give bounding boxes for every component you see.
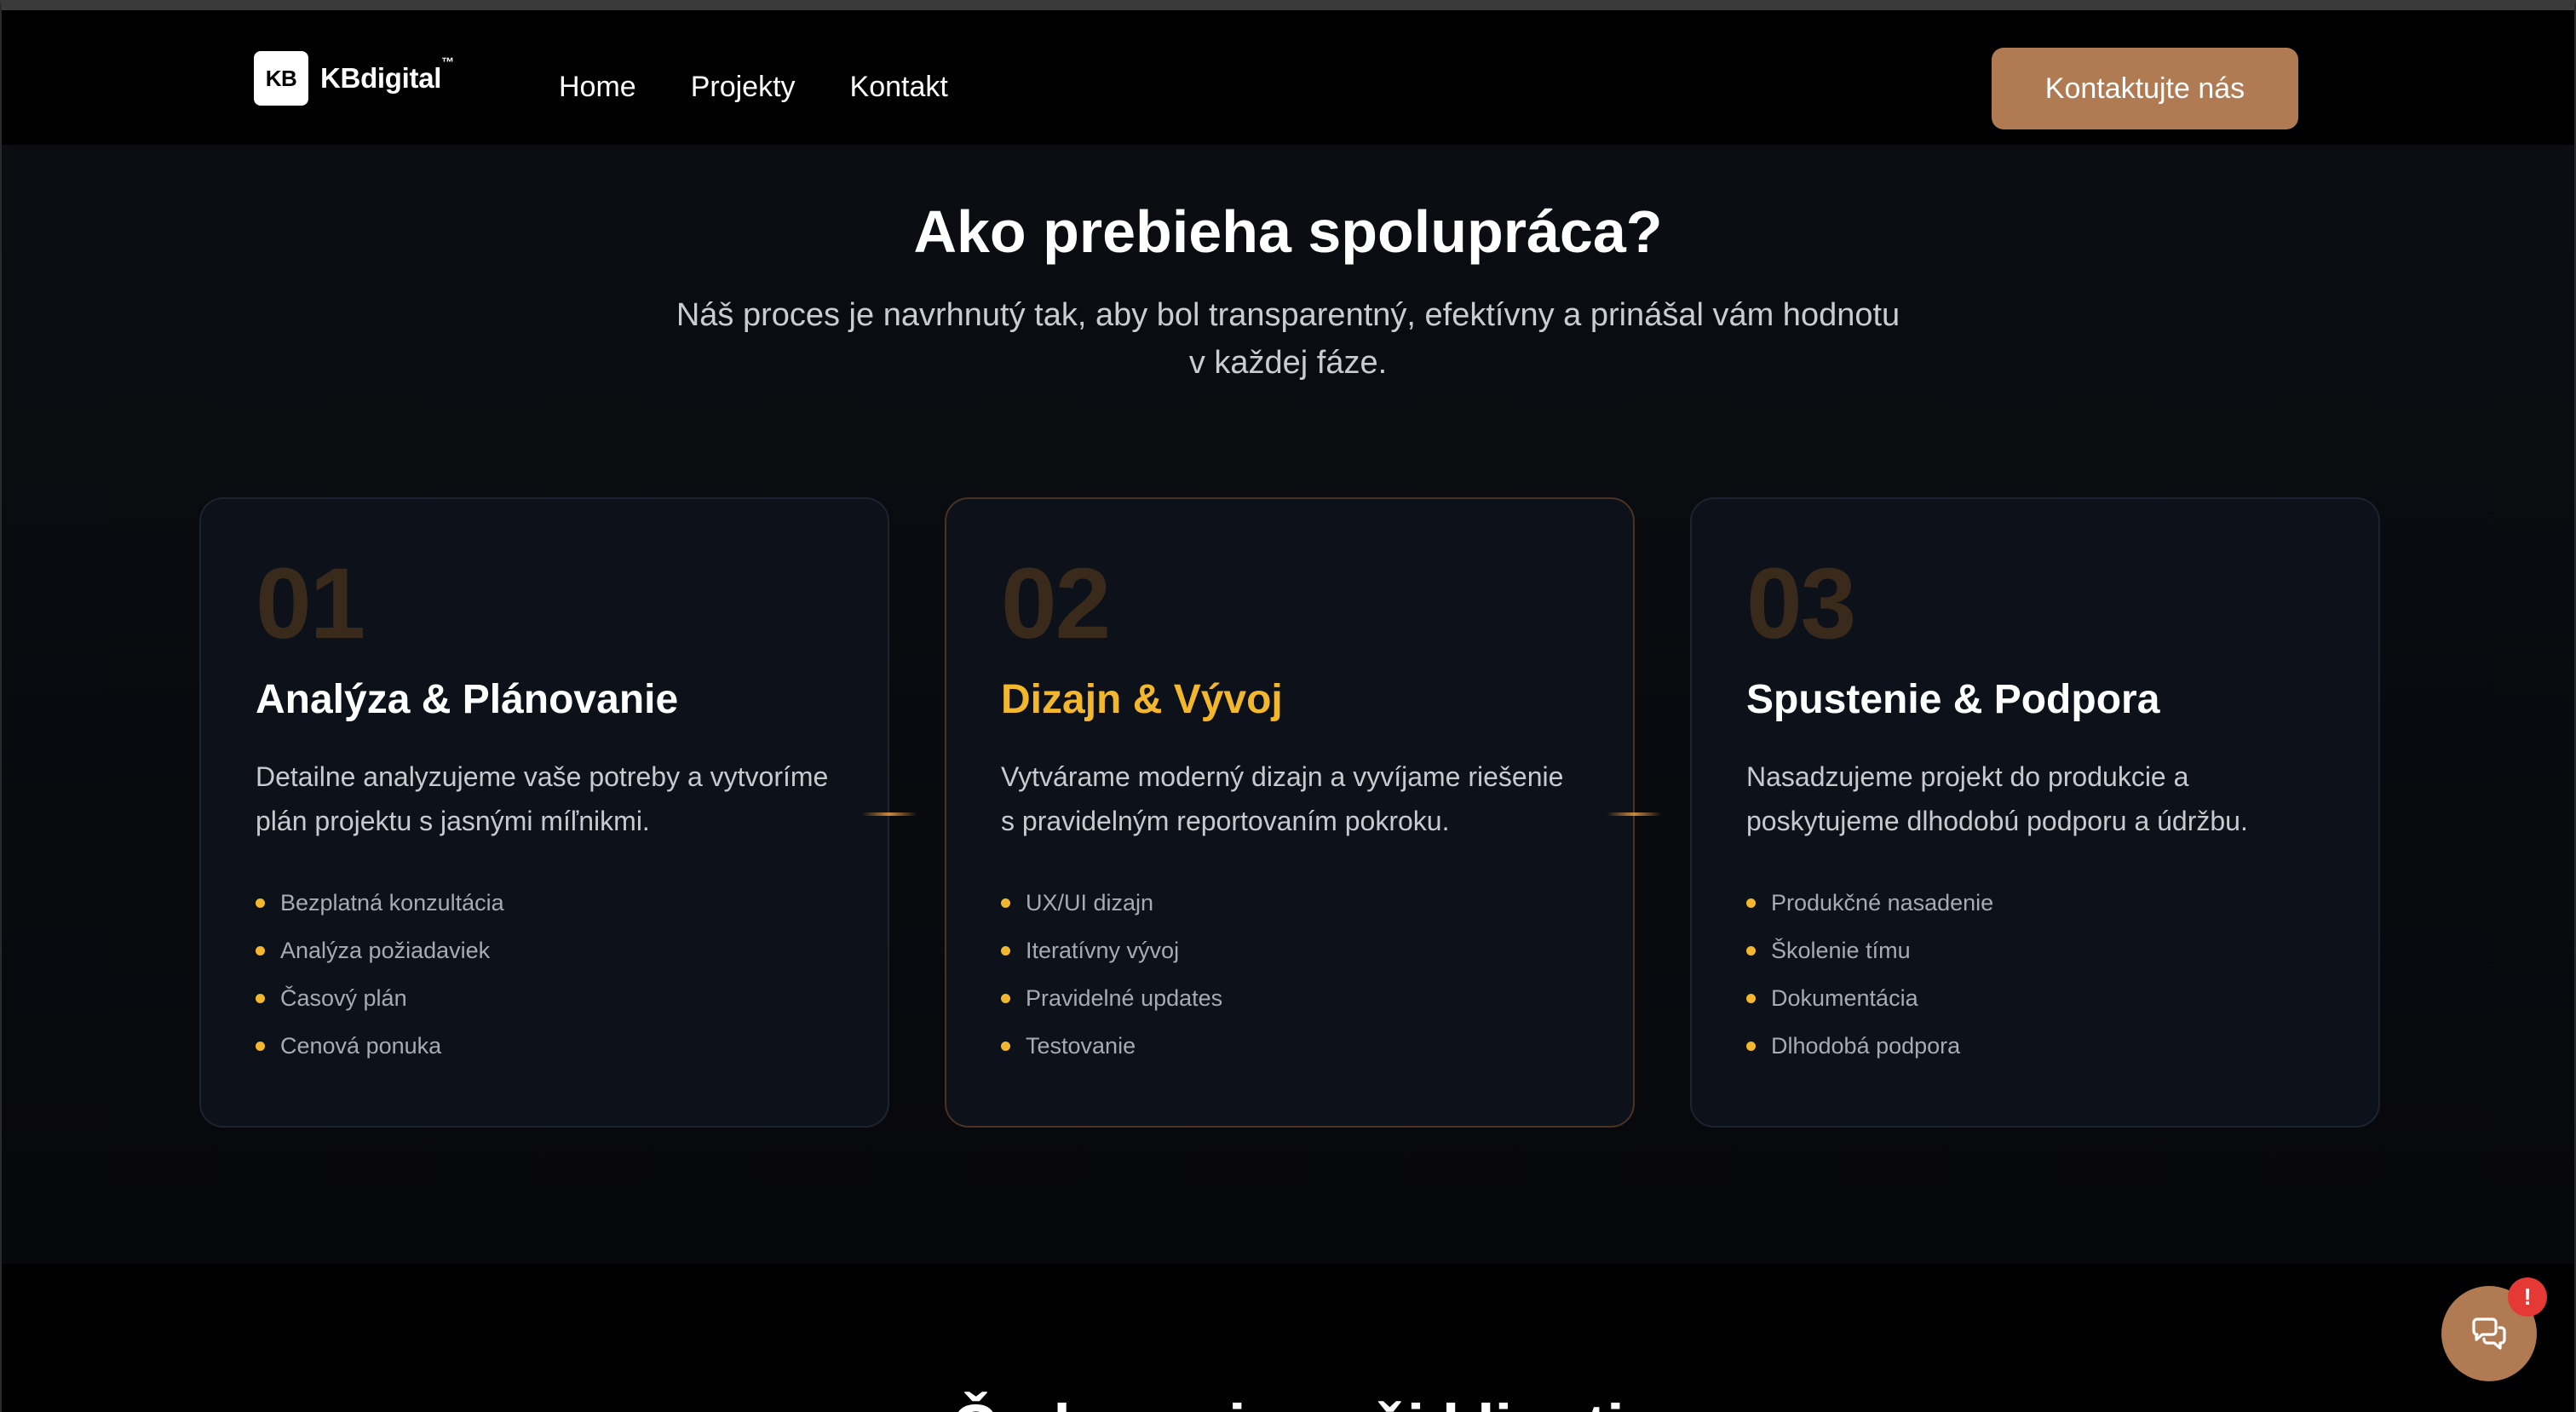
bullet-dot-icon (256, 945, 265, 956)
section-title: Ako prebieha spolupráca? (913, 198, 1663, 265)
nav-links: Home Projekty Kontakt (559, 70, 1003, 104)
list-item: Analýza požiadaviek (256, 927, 888, 974)
list-item: Časový plán (256, 974, 888, 1022)
list-item: UX/UI dizajn (1001, 879, 1633, 927)
list-item: Cenová ponuka (256, 1022, 888, 1070)
step-feature-list: Produkčné nasadenie Školenie tímu Dokume… (1746, 879, 2378, 1070)
bullet-dot-icon (1746, 945, 1756, 956)
list-item: Testovanie (1001, 1022, 1633, 1070)
list-item: Pravidelné updates (1001, 974, 1633, 1022)
step-connector (862, 812, 917, 816)
bullet-dot-icon (256, 1041, 265, 1051)
step-feature-list: UX/UI dizajn Iteratívny vývoj Pravidelné… (1001, 879, 1633, 1070)
bullet-dot-icon (1001, 898, 1010, 908)
logo-mark: KB (254, 51, 308, 106)
bullet-dot-icon (256, 993, 265, 1003)
list-item: Bezplatná konzultácia (256, 879, 888, 927)
logo-text: KBdigital™ (320, 55, 454, 94)
logo-trademark: ™ (441, 55, 454, 70)
step-number: 02 (1001, 548, 1111, 660)
bullet-dot-icon (1746, 898, 1756, 908)
bullet-dot-icon (1001, 945, 1010, 956)
step-description: Nasadzujeme projekt do produkcie a posky… (1746, 761, 2248, 836)
process-step-card-active: 02 Dizajn & Vývoj Vytvárame moderný diza… (945, 497, 1635, 1128)
testimonials-section: Čo hovoria naši klienti (2, 1264, 2574, 1412)
process-step-card: 03 Spustenie & Podpora Nasadzujeme proje… (1690, 497, 2380, 1128)
page: KB KBdigital™ Home Projekty Kontakt Kont… (0, 0, 2576, 1412)
contact-us-button[interactable]: Kontaktujte nás (1992, 48, 2298, 129)
list-item: Dlhodobá podpora (1746, 1022, 2378, 1070)
step-number: 03 (1746, 548, 1856, 660)
list-item: Školenie tímu (1746, 927, 2378, 974)
process-step-card: 01 Analýza & Plánovanie Detailne analyzu… (199, 497, 889, 1128)
list-item: Iteratívny vývoj (1001, 927, 1633, 974)
step-title: Spustenie & Podpora (1746, 677, 2160, 722)
bullet-dot-icon (1001, 993, 1010, 1003)
bullet-dot-icon (256, 898, 265, 908)
bullet-dot-icon (1001, 1041, 1010, 1051)
notification-badge: ! (2508, 1277, 2547, 1317)
step-description: Vytvárame moderný dizajn a vyvíjame rieš… (1001, 761, 1564, 836)
list-item: Produkčné nasadenie (1746, 879, 2378, 927)
step-title: Dizajn & Vývoj (1001, 677, 1283, 722)
bullet-dot-icon (1746, 1041, 1756, 1051)
process-section: Ako prebieha spolupráca? Náš proces je n… (2, 145, 2574, 1264)
testimonials-title: Čo hovoria naši klienti (2, 1392, 2574, 1412)
step-title: Analýza & Plánovanie (256, 677, 679, 722)
section-subtitle: Náš proces je navrhnutý tak, aby bol tra… (676, 297, 1900, 381)
chat-bubbles-icon (2472, 1317, 2506, 1350)
top-nav: KB KBdigital™ Home Projekty Kontakt Kont… (2, 10, 2574, 145)
nav-link-home[interactable]: Home (559, 70, 636, 104)
logo[interactable]: KB KBdigital™ (254, 51, 454, 106)
nav-link-kontakt[interactable]: Kontakt (850, 70, 948, 104)
step-connector (1607, 812, 1661, 816)
list-item: Dokumentácia (1746, 974, 2378, 1022)
step-feature-list: Bezplatná konzultácia Analýza požiadavie… (256, 879, 888, 1070)
step-description: Detailne analyzujeme vaše potreby a vytv… (256, 761, 829, 836)
nav-link-projekty[interactable]: Projekty (691, 70, 796, 104)
step-number: 01 (256, 548, 365, 660)
bullet-dot-icon (1746, 993, 1756, 1003)
